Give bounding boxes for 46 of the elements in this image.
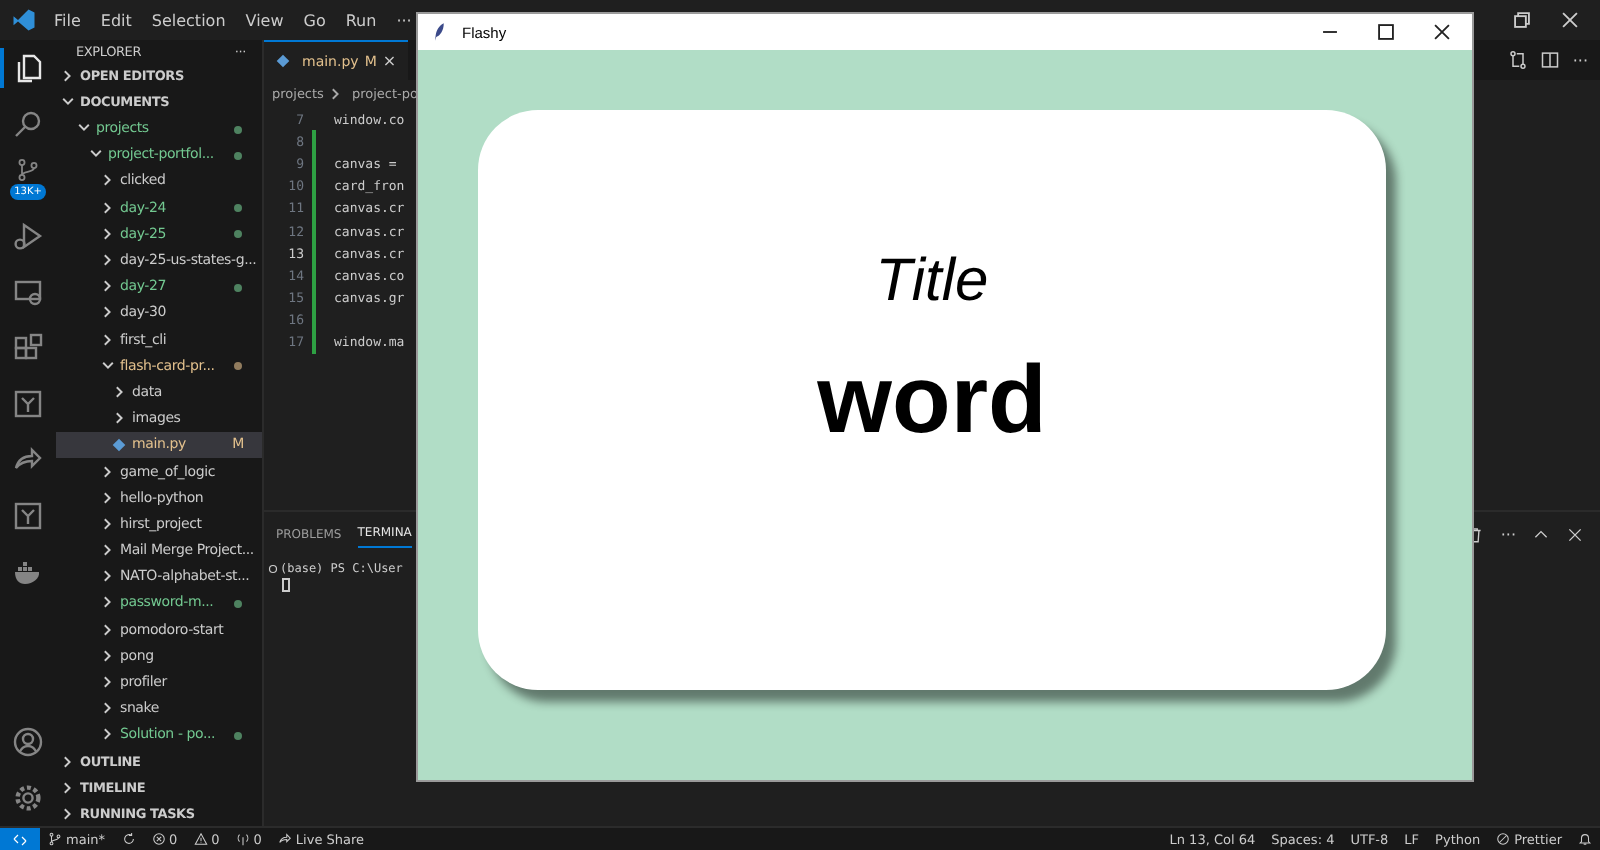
whale-icon[interactable]	[12, 556, 44, 588]
remote-icon	[12, 831, 28, 847]
bell-icon[interactable]	[1578, 832, 1592, 846]
python-file-icon	[112, 437, 126, 452]
run-debug-icon[interactable]	[12, 220, 44, 252]
sync-icon[interactable]	[121, 832, 135, 846]
maximize-icon[interactable]	[1376, 22, 1396, 42]
menu-item[interactable]: Go	[293, 11, 336, 29]
files-icon[interactable]	[12, 52, 44, 84]
terminal-cursor	[282, 578, 290, 592]
menu-item[interactable]: View	[235, 11, 294, 29]
menu-item[interactable]: Edit	[90, 11, 142, 29]
settings-icon[interactable]	[12, 782, 44, 814]
close-button[interactable]: ×	[382, 52, 397, 70]
prompt-circle-icon	[268, 564, 278, 574]
menu-item[interactable]: ···	[386, 11, 422, 29]
branch-icon	[48, 832, 62, 846]
close-icon[interactable]	[1432, 22, 1452, 42]
box-icon[interactable]	[12, 500, 44, 532]
box-icon[interactable]	[12, 388, 44, 420]
more-button[interactable]: ···	[1500, 525, 1516, 543]
antenna-icon	[235, 832, 250, 846]
chevron-right-icon	[327, 85, 344, 101]
search-icon[interactable]	[12, 108, 44, 140]
source-control-icon[interactable]	[16, 158, 40, 182]
feather-icon	[430, 22, 450, 42]
account-icon[interactable]	[12, 726, 44, 758]
more-button[interactable]: ···	[1572, 51, 1588, 69]
monitor-icon[interactable]	[12, 276, 44, 308]
split-editor-icon[interactable]	[1540, 50, 1561, 70]
warning-icon	[193, 832, 208, 846]
menu-item[interactable]: Selection	[141, 11, 236, 29]
card-title: Title	[875, 246, 989, 318]
chevron-up-icon[interactable]	[1532, 525, 1550, 543]
menu-item[interactable]: File	[44, 11, 91, 29]
editor-logo-icon	[12, 8, 36, 32]
python-file-icon	[276, 54, 290, 68]
restore-icon[interactable]	[1512, 10, 1532, 30]
extensions-icon[interactable]	[12, 332, 44, 364]
card-word: word	[817, 346, 1047, 458]
blocked-icon	[1496, 832, 1511, 846]
menu-item[interactable]: Run	[335, 11, 387, 29]
error-icon	[151, 832, 165, 846]
share-arrow-icon	[277, 832, 292, 846]
compare-icon[interactable]	[1508, 50, 1529, 70]
active-indicator	[0, 48, 4, 88]
